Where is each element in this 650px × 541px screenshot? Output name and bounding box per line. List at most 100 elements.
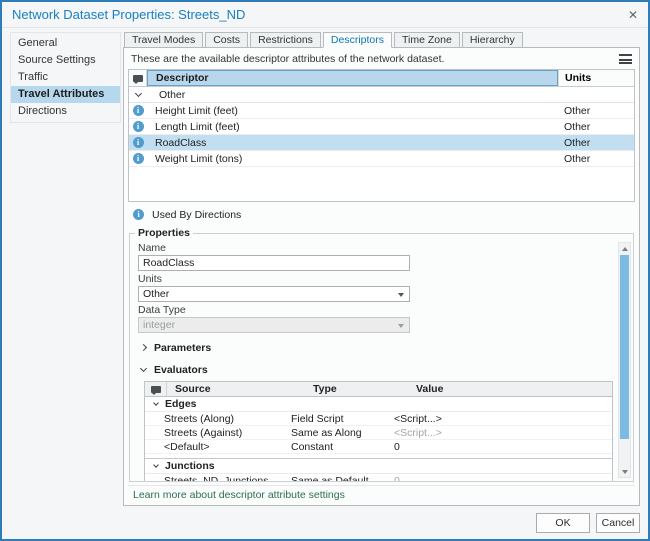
evaluator-source: Streets (Along) [145, 413, 287, 425]
evaluators-expander[interactable]: Evaluators [138, 362, 613, 377]
scroll-down-button[interactable] [619, 466, 630, 477]
learn-more-row: Learn more about descriptor attribute se… [128, 485, 635, 503]
close-icon[interactable]: ✕ [628, 9, 638, 21]
row-state-column-header[interactable] [145, 382, 167, 396]
evaluator-type: Same as Default [287, 475, 389, 483]
intro-row: These are the available descriptor attri… [128, 51, 635, 67]
sidebar: General Source Settings Traffic Travel A… [10, 32, 121, 123]
units-column-header[interactable]: Units [558, 70, 634, 86]
value-column-header[interactable]: Value [411, 383, 612, 395]
table-row-height-limit[interactable]: i Height Limit (feet) Other [129, 103, 634, 119]
info-icon: i [133, 137, 144, 148]
ok-button[interactable]: OK [536, 513, 590, 533]
learn-more-link[interactable]: Learn more about descriptor attribute se… [133, 489, 345, 501]
descriptor-group-other[interactable]: Other [129, 87, 634, 103]
evaluator-row-streets-against[interactable]: Streets (Against) Same as Along <Script.… [145, 426, 612, 440]
descriptors-panel: These are the available descriptor attri… [123, 47, 640, 506]
tab-time-zone[interactable]: Time Zone [394, 32, 460, 48]
row-state-column-header[interactable] [129, 70, 147, 86]
used-by-directions-row: i Used By Directions [128, 202, 635, 227]
chevron-down-icon [140, 365, 147, 372]
hamburger-menu-icon[interactable] [619, 54, 632, 64]
title-bar: Network Dataset Properties: Streets_ND ✕ [2, 2, 648, 28]
sidebar-item-directions[interactable]: Directions [11, 103, 120, 120]
sidebar-item-general[interactable]: General [11, 35, 120, 52]
info-icon: i [133, 121, 144, 132]
triangle-up-icon [622, 247, 628, 251]
properties-legend: Properties [135, 227, 193, 239]
chevron-down-icon [153, 400, 159, 406]
chevron-down-icon [153, 462, 159, 468]
triangle-down-icon [622, 470, 628, 474]
descriptor-table: Descriptor Units Other i Height Limit (f… [128, 69, 635, 202]
vertical-scrollbar[interactable] [618, 242, 631, 478]
table-empty-space [129, 167, 634, 201]
table-row-weight-limit[interactable]: i Weight Limit (tons) Other [129, 151, 634, 167]
scrollbar-track[interactable] [619, 254, 630, 466]
table-row-roadclass[interactable]: i RoadClass Other [129, 135, 634, 151]
data-type-label: Data Type [138, 304, 613, 316]
descriptor-units: Other [558, 153, 634, 165]
tab-costs[interactable]: Costs [205, 32, 248, 48]
parameters-expander[interactable]: Parameters [138, 340, 613, 355]
evaluator-group-junctions[interactable]: Junctions [145, 459, 612, 474]
network-dataset-properties-dialog: Network Dataset Properties: Streets_ND ✕… [0, 0, 650, 541]
info-icon: i [133, 209, 144, 220]
properties-groupbox: Properties Name Units Other Data Type in… [129, 227, 634, 482]
descriptor-units: Other [558, 105, 634, 117]
table-row-length-limit[interactable]: i Length Limit (feet) Other [129, 119, 634, 135]
descriptor-table-header: Descriptor Units [129, 70, 634, 87]
descriptor-name: RoadClass [147, 137, 558, 149]
evaluators-table-header: Source Type Value [145, 382, 612, 397]
descriptor-column-header[interactable]: Descriptor [147, 70, 558, 86]
data-type-selected-value: integer [143, 319, 175, 331]
evaluator-row-edges-default[interactable]: <Default> Constant 0 [145, 440, 612, 454]
name-label: Name [138, 242, 613, 254]
chevron-down-icon [134, 90, 141, 97]
evaluator-source: Streets_ND_Junctions [145, 475, 287, 483]
dialog-title: Network Dataset Properties: Streets_ND [12, 7, 245, 22]
evaluators-table: Source Type Value Edges Streets (Along) … [144, 381, 613, 482]
descriptor-name: Weight Limit (tons) [147, 153, 558, 165]
type-column-header[interactable]: Type [309, 383, 411, 395]
units-label: Units [138, 273, 613, 285]
evaluator-value: 0 [389, 441, 612, 453]
info-icon: i [133, 105, 144, 116]
evaluators-label: Evaluators [154, 364, 208, 376]
name-field[interactable] [138, 255, 410, 271]
units-selected-value: Other [143, 288, 169, 300]
tab-descriptors[interactable]: Descriptors [323, 32, 392, 48]
evaluator-type: Same as Along [287, 427, 389, 439]
scrollbar-thumb[interactable] [620, 255, 629, 439]
tab-restrictions[interactable]: Restrictions [250, 32, 321, 48]
evaluator-value: <Script...> [389, 413, 612, 425]
tab-strip: Travel Modes Costs Restrictions Descript… [123, 32, 640, 48]
sidebar-item-travel-attributes[interactable]: Travel Attributes [11, 86, 120, 103]
flag-icon [151, 386, 161, 393]
data-type-dropdown: integer [138, 317, 410, 333]
evaluator-type: Constant [287, 441, 389, 453]
descriptor-name: Length Limit (feet) [147, 121, 558, 133]
units-dropdown[interactable]: Other [138, 286, 410, 302]
parameters-label: Parameters [154, 342, 211, 354]
evaluator-group-edges[interactable]: Edges [145, 397, 612, 412]
evaluator-row-streets-along[interactable]: Streets (Along) Field Script <Script...> [145, 412, 612, 426]
group-label: Junctions [165, 460, 215, 472]
intro-text: These are the available descriptor attri… [131, 53, 444, 65]
tab-travel-modes[interactable]: Travel Modes [124, 32, 203, 48]
evaluator-source: <Default> [145, 441, 287, 453]
descriptor-units: Other [558, 121, 634, 133]
tab-hierarchy[interactable]: Hierarchy [462, 32, 523, 48]
sidebar-item-source-settings[interactable]: Source Settings [11, 52, 120, 69]
source-column-header[interactable]: Source [167, 383, 309, 395]
descriptor-name: Height Limit (feet) [147, 105, 558, 117]
cancel-button[interactable]: Cancel [596, 513, 640, 533]
main-area: Travel Modes Costs Restrictions Descript… [123, 32, 640, 506]
sidebar-item-traffic[interactable]: Traffic [11, 69, 120, 86]
group-label: Other [147, 89, 185, 101]
evaluator-row-streets-nd-junctions[interactable]: Streets_ND_Junctions Same as Default 0 [145, 474, 612, 482]
scroll-up-button[interactable] [619, 243, 630, 254]
evaluator-type: Field Script [287, 413, 389, 425]
group-label: Edges [165, 398, 197, 410]
chevron-right-icon [140, 344, 147, 351]
